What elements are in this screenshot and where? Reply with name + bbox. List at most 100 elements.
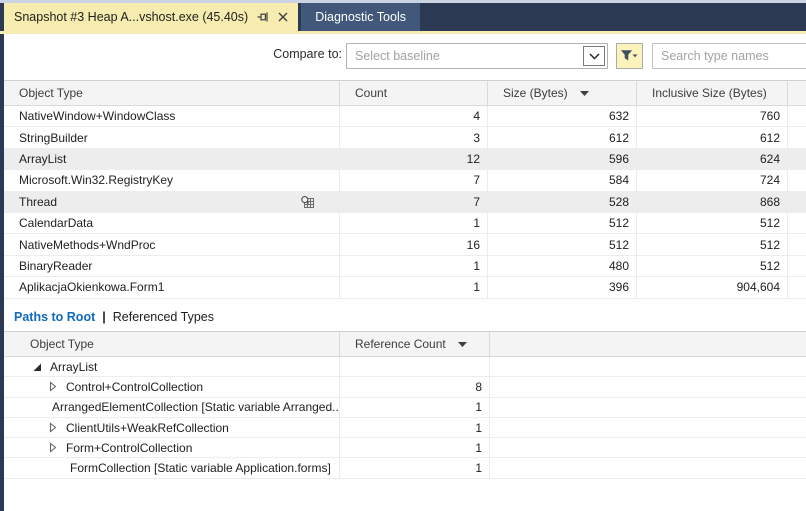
combobox-dropdown-button[interactable]: [583, 46, 605, 66]
table-row[interactable]: Microsoft.Win32.RegistryKey 7 584 724: [4, 170, 806, 191]
expander-collapsed-icon[interactable]: [48, 381, 62, 392]
filter-funnel-icon: [621, 50, 638, 62]
header-filler: [490, 332, 806, 356]
inclusive-size-cell: 724: [637, 170, 788, 190]
count-cell: 16: [340, 234, 488, 254]
table-row[interactable]: CalendarData 1 512 512: [4, 213, 806, 234]
object-type-cell: StringBuilder: [4, 127, 340, 147]
tree-row[interactable]: FormCollection [Static variable Applicat…: [4, 458, 806, 478]
count-cell: 12: [340, 149, 488, 169]
compare-toolbar: Compare to: Select baseline: [4, 34, 806, 78]
view-instances-icon[interactable]: [300, 195, 316, 212]
reference-count-cell: 1: [340, 398, 490, 417]
paths-to-root-table: Object Type Reference Count ArrayList: [4, 331, 806, 479]
count-cell: 1: [340, 213, 488, 233]
object-type-cell: AplikacjaOkienkowa.Form1: [4, 277, 340, 297]
inclusive-size-cell: 624: [637, 149, 788, 169]
inclusive-size-cell: 760: [637, 106, 788, 126]
count-cell: 7: [340, 192, 488, 212]
count-cell: 1: [340, 277, 488, 297]
expander-expanded-icon[interactable]: [32, 362, 46, 372]
sort-descending-icon: [580, 91, 589, 96]
baseline-placeholder: Select baseline: [355, 49, 440, 63]
table-row[interactable]: NativeWindow+WindowClass 4 632 760: [4, 106, 806, 127]
reference-count-cell: 1: [340, 418, 490, 437]
size-cell: 512: [488, 213, 637, 233]
expander-collapsed-icon[interactable]: [48, 442, 62, 453]
bottom-pane-nav: Paths to Root | Referenced Types: [14, 306, 214, 328]
object-type-cell: Microsoft.Win32.RegistryKey: [4, 170, 340, 190]
count-cell: 4: [340, 106, 488, 126]
referenced-types-link[interactable]: Referenced Types: [113, 310, 214, 324]
chevron-down-icon: [589, 53, 600, 60]
object-type-cell: NativeMethods+WndProc: [4, 234, 340, 254]
baseline-combobox[interactable]: Select baseline: [346, 43, 608, 69]
tab-snapshot-report[interactable]: Snapshot #3 Heap A...vshost.exe (45.40s): [4, 3, 298, 31]
table-row[interactable]: StringBuilder 3 612 612: [4, 127, 806, 148]
paths-to-root-link[interactable]: Paths to Root: [14, 310, 95, 324]
size-cell: 612: [488, 127, 637, 147]
object-type-cell: ArrayList: [4, 149, 340, 169]
pin-icon[interactable]: [257, 11, 269, 23]
size-cell: 584: [488, 170, 637, 190]
expander-collapsed-icon[interactable]: [48, 422, 62, 433]
inclusive-size-cell: 904,604: [637, 277, 788, 297]
header-object-type[interactable]: Object Type: [4, 81, 340, 105]
paths-table-header: Object Type Reference Count: [4, 331, 806, 357]
header-inclusive-size[interactable]: Inclusive Size (Bytes): [637, 81, 788, 105]
table-row[interactable]: AplikacjaOkienkowa.Form1 1 396 904,604: [4, 277, 806, 298]
count-cell: 7: [340, 170, 488, 190]
diagnostic-tools-window: Snapshot #3 Heap A...vshost.exe (45.40s)…: [0, 0, 806, 511]
header-size-bytes[interactable]: Size (Bytes): [488, 81, 637, 105]
tree-row[interactable]: Control+ControlCollection 8: [4, 377, 806, 397]
table-row-hovered[interactable]: Thread 7 528 868: [4, 192, 806, 213]
tree-row[interactable]: ClientUtils+WeakRefCollection 1: [4, 418, 806, 438]
object-type-cell: NativeWindow+WindowClass: [4, 106, 340, 126]
tree-row[interactable]: Form+ControlCollection 1: [4, 438, 806, 458]
heap-objects-table: Object Type Count Size (Bytes) Inclusive…: [4, 80, 806, 299]
tree-row[interactable]: ArrayList: [4, 357, 806, 377]
sort-descending-icon: [458, 342, 467, 347]
table-row-selected[interactable]: ArrayList 12 596 624: [4, 149, 806, 170]
table-row[interactable]: BinaryReader 1 480 512: [4, 256, 806, 277]
object-type-cell: Control+ControlCollection: [4, 377, 340, 396]
table-row[interactable]: NativeMethods+WndProc 16 512 512: [4, 234, 806, 255]
object-type-cell: FormCollection [Static variable Applicat…: [4, 458, 340, 477]
tab-diagnostic-tools[interactable]: Diagnostic Tools: [301, 3, 420, 31]
size-cell: 596: [488, 149, 637, 169]
size-cell: 512: [488, 234, 637, 254]
inclusive-size-cell: 512: [637, 256, 788, 276]
object-type-cell: Form+ControlCollection: [4, 438, 340, 457]
inclusive-size-cell: 512: [637, 234, 788, 254]
document-tab-strip: Snapshot #3 Heap A...vshost.exe (45.40s)…: [0, 3, 806, 31]
reference-count-cell: 8: [340, 377, 490, 396]
reference-count-cell: 1: [340, 458, 490, 477]
reference-count-cell: [340, 357, 490, 376]
header-reference-count[interactable]: Reference Count: [340, 332, 490, 356]
object-type-cell: CalendarData: [4, 213, 340, 233]
object-type-cell: ArrangedElementCollection [Static variab…: [4, 398, 340, 417]
close-icon[interactable]: [278, 12, 288, 22]
object-type-cell: Thread: [4, 192, 340, 212]
tree-row[interactable]: ArrangedElementCollection [Static variab…: [4, 398, 806, 418]
count-cell: 1: [340, 256, 488, 276]
inclusive-size-cell: 512: [637, 213, 788, 233]
size-cell: 632: [488, 106, 637, 126]
size-cell: 480: [488, 256, 637, 276]
pane-nav-divider: |: [102, 310, 106, 324]
object-type-cell: ArrayList: [4, 357, 340, 376]
header-count[interactable]: Count: [340, 81, 488, 105]
size-cell: 396: [488, 277, 637, 297]
count-cell: 3: [340, 127, 488, 147]
header-object-type[interactable]: Object Type: [4, 332, 340, 356]
filter-button[interactable]: [616, 43, 643, 69]
reference-count-cell: 1: [340, 438, 490, 457]
search-input[interactable]: [652, 43, 806, 69]
inclusive-size-cell: 868: [637, 192, 788, 212]
header-filler: [788, 81, 806, 105]
compare-to-label: Compare to:: [124, 47, 342, 61]
size-cell: 528: [488, 192, 637, 212]
tab-snapshot-title: Snapshot #3 Heap A...vshost.exe (45.40s): [14, 10, 248, 24]
inclusive-size-cell: 612: [637, 127, 788, 147]
object-type-cell: BinaryReader: [4, 256, 340, 276]
